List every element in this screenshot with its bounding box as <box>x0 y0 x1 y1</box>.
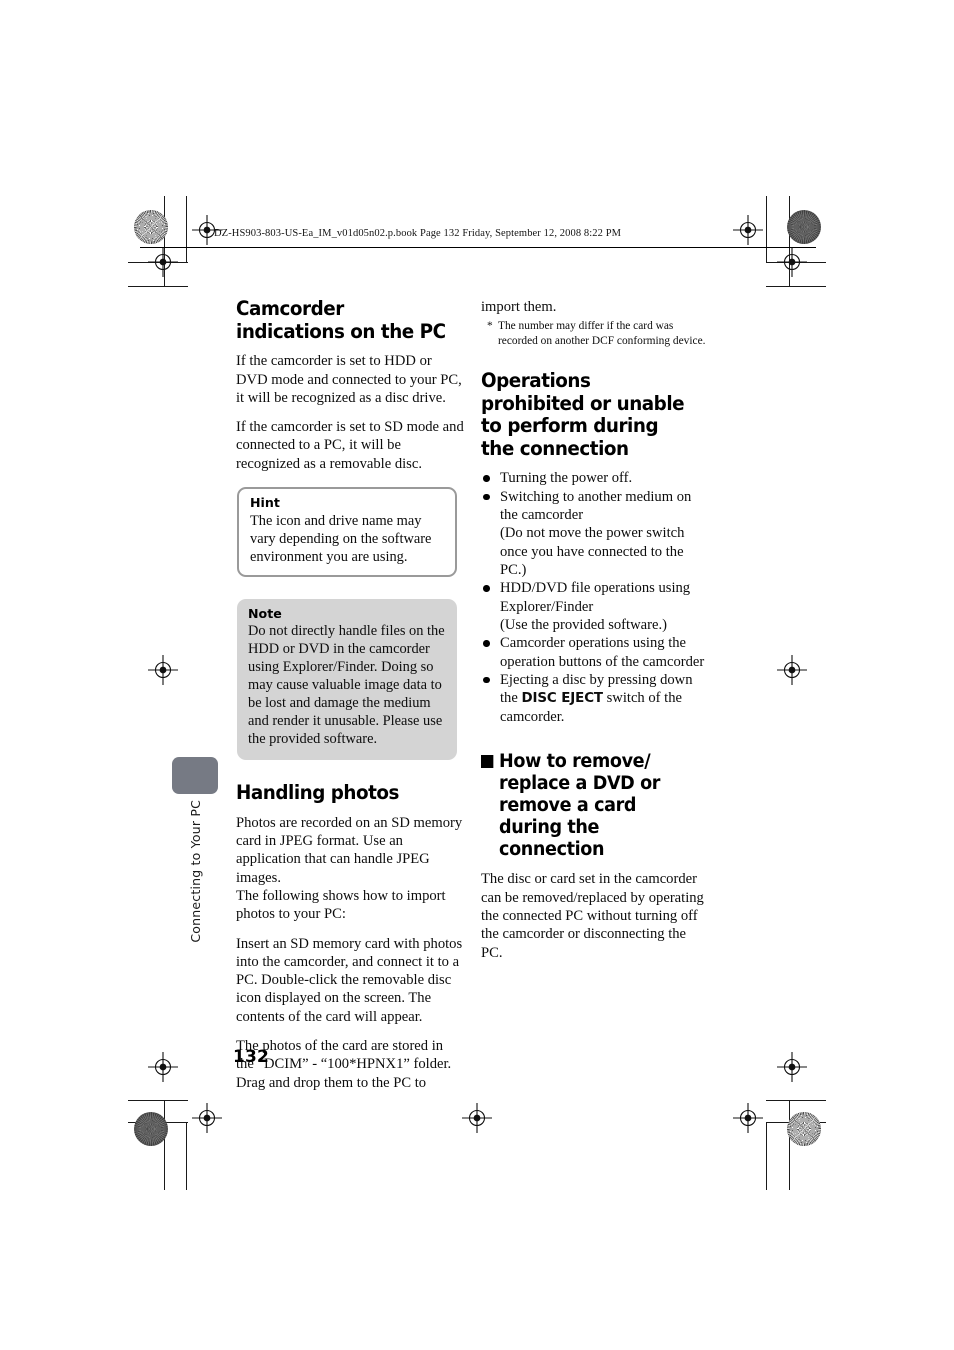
right-column: import them. * The number may differ if … <box>481 298 709 973</box>
list-item-label: Turning the power off. <box>500 470 633 487</box>
subsection-heading-how-to-remove: How to remove/ replace a DVD or remove a… <box>481 751 698 860</box>
footnote: * The number may differ if the card was … <box>481 319 709 348</box>
note-text: Do not directly handle files on the HDD … <box>248 623 445 748</box>
bullet-dot-icon <box>483 493 490 501</box>
paragraph: The photos of the card are stored in the… <box>236 1038 452 1091</box>
page-content: Camcorder indications on the PC If the c… <box>0 0 954 1350</box>
list-item: Switching to another medium on the camco… <box>481 488 709 580</box>
list-item: HDD/DVD file operations using Explorer/F… <box>481 579 709 634</box>
hint-text: The icon and drive name may vary dependi… <box>250 512 432 565</box>
list-item-label: HDD/DVD file operations using Explorer/F… <box>500 580 691 633</box>
list-item: Turning the power off. <box>481 469 709 487</box>
subsection-heading-label: How to remove/ replace a DVD or remove a… <box>499 751 661 860</box>
bullet-dot-icon <box>483 475 490 482</box>
note-callout: Note Do not directly handle files on the… <box>237 598 457 761</box>
list-item-label: Ejecting a disc by pressing down the DIS… <box>500 671 693 726</box>
page-title: Camcorder indications on the PC <box>236 297 446 343</box>
bullet-dot-icon <box>483 676 490 684</box>
list-item-label: Camcorder operations using the operation… <box>500 635 705 670</box>
paragraph: If the camcorder is set to HDD or DVD mo… <box>236 353 462 406</box>
footnote-text: The number may differ if the card was re… <box>498 320 706 347</box>
prohibited-operations-list: Turning the power off. Switching to anot… <box>481 469 709 726</box>
paragraph: If the camcorder is set to SD mode and c… <box>236 419 464 472</box>
hint-callout: Hint The icon and drive name may vary de… <box>237 487 457 577</box>
page-number: 132 <box>233 1047 270 1067</box>
note-label: Note <box>248 605 282 621</box>
chapter-side-label-text: Connecting to Your PC <box>187 800 203 943</box>
disc-eject-emphasis: DISC EJECT <box>521 691 603 707</box>
list-item: Ejecting a disc by pressing down the DIS… <box>481 671 709 726</box>
footnote-marker: * <box>487 320 493 333</box>
list-item: Camcorder operations using the operation… <box>481 634 709 671</box>
section-heading-operations-prohibited: Operations prohibited or unable to perfo… <box>481 369 685 460</box>
paragraph: Photos are recorded on an SD memory card… <box>236 814 463 886</box>
left-column: Camcorder indications on the PC If the c… <box>236 297 464 1103</box>
bullet-dot-icon <box>483 640 490 647</box>
paragraph: Insert an SD memory card with photos int… <box>236 935 463 1025</box>
square-bullet-icon <box>481 755 494 769</box>
paragraph-continued: import them. <box>481 299 557 315</box>
paragraph: The following shows how to import photos… <box>236 887 446 923</box>
chapter-thumb-tab <box>172 757 218 794</box>
hint-label: Hint <box>250 495 280 511</box>
list-item-label: Switching to another medium on the camco… <box>500 488 692 579</box>
chapter-side-label: Connecting to Your PC <box>172 800 218 970</box>
bullet-dot-icon <box>483 585 490 592</box>
paragraph: The disc or card set in the camcorder ca… <box>481 871 704 961</box>
section-heading-handling-photos: Handling photos <box>236 781 399 805</box>
